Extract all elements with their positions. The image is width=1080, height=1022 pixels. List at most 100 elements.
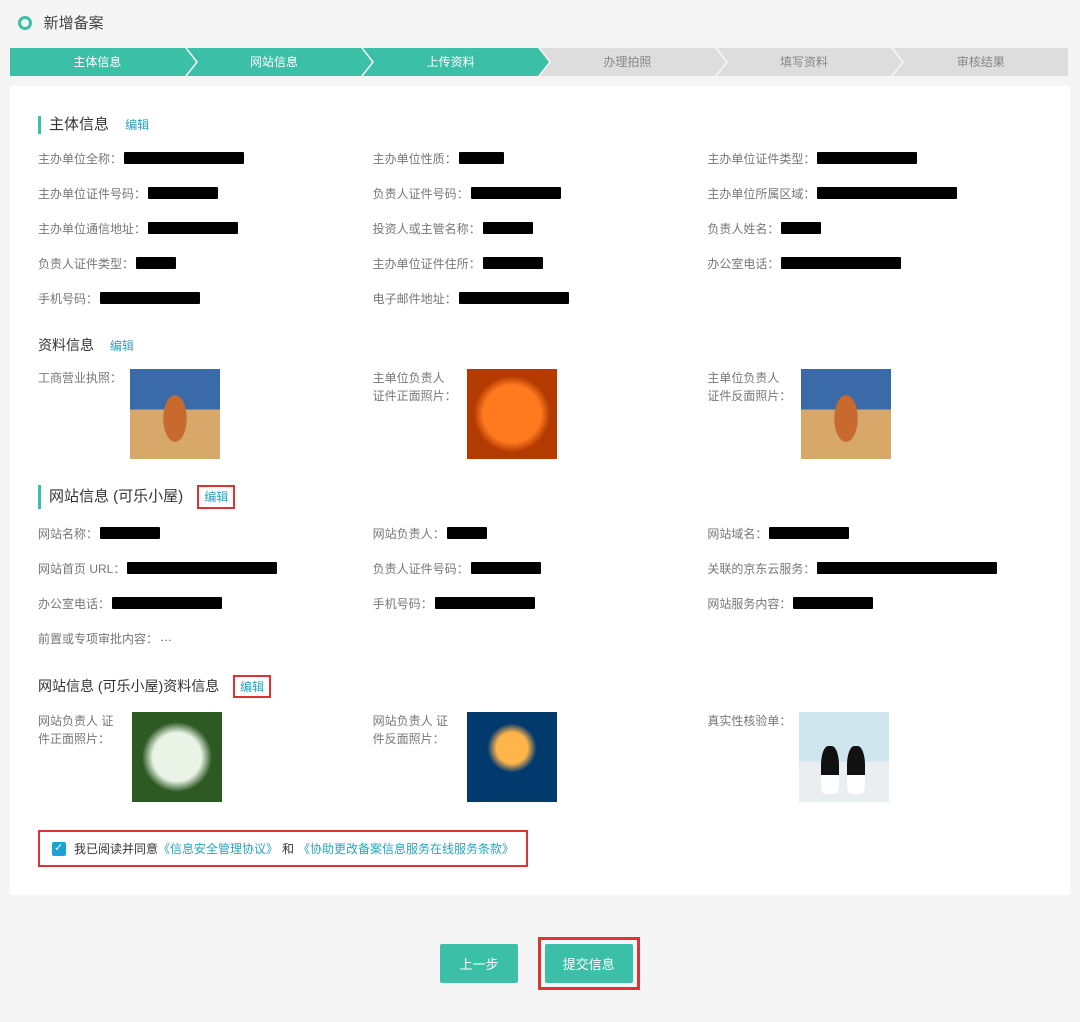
img-cell-license: 工商营业执照： [38, 369, 373, 459]
thumbnail-site-front[interactable] [132, 712, 222, 802]
field-label: 负责人证件类型 [38, 255, 134, 272]
main-col-3: 主办单位证件类型 主办单位所属区域 负责人姓名 办公室电话 [707, 150, 1042, 325]
prev-button[interactable]: 上一步 [440, 944, 518, 983]
site-col-2: 网站负责人 负责人证件号码 手机号码 [373, 525, 708, 665]
field-label: 负责人姓名 [707, 220, 779, 237]
section-head-main: 主体信息 编辑 [38, 116, 1042, 134]
site-col-1: 网站名称 网站首页 URL 办公室电话 前置或专项审批内容… [38, 525, 373, 665]
masked-value [483, 222, 533, 234]
agree-text: 我已阅读并同意 [74, 840, 158, 857]
footer-actions: 上一步 提交信息 [0, 905, 1080, 1022]
field-label: 网站名称 [38, 525, 98, 542]
field-label: 网站首页 URL [38, 560, 125, 577]
step-label: 审核结果 [957, 55, 1005, 69]
field-label: 办公室电话 [707, 255, 779, 272]
field-site-owner: 网站负责人 [373, 525, 698, 542]
section-head-site-material: 网站信息 (可乐小屋)资料信息 编辑 [38, 675, 1042, 698]
thumbnail-verify-sheet[interactable] [799, 712, 889, 802]
section-title: 网站信息 (可乐小屋) [49, 488, 183, 505]
field-label: 主办单位证件类型 [707, 150, 815, 167]
field-label: 投资人或主管名称 [373, 220, 481, 237]
masked-value [781, 257, 901, 269]
edit-material-link[interactable]: 编辑 [110, 337, 134, 354]
field-label: 主办单位证件号码 [38, 185, 146, 202]
highlight-submit-box: 提交信息 [538, 937, 640, 990]
masked-value [769, 527, 849, 539]
step-main-info[interactable]: 主体信息 [10, 48, 185, 76]
masked-value [112, 597, 222, 609]
highlight-edit-site: 编辑 [197, 485, 235, 509]
step-label: 办理拍照 [603, 55, 651, 69]
masked-value [793, 597, 873, 609]
page-title: 新增备案 [44, 12, 104, 33]
site-images-row: 网站负责人 证件正面照片： 网站负责人 证件反面照片： 真实性核验单： [38, 712, 1042, 802]
img-cell-owner-back: 主单位负责人 证件反面照片： [707, 369, 1042, 459]
submit-button[interactable]: 提交信息 [545, 944, 633, 983]
image-label: 真实性核验单： [707, 712, 791, 730]
section-title: 资料信息 [38, 337, 94, 353]
field-label: 关联的京东云服务 [707, 560, 815, 577]
thumbnail-owner-back[interactable] [801, 369, 891, 459]
field-org-nature: 主办单位性质 [373, 150, 698, 167]
highlight-edit-site-material: 编辑 [233, 675, 271, 698]
masked-value [148, 187, 218, 199]
thumbnail-owner-front[interactable] [467, 369, 557, 459]
step-fill[interactable]: 填写资料 [717, 48, 892, 76]
section-title: 主体信息 [49, 116, 109, 133]
field-label: 主办单位证件住所 [373, 255, 481, 272]
prev-button-wrap: 上一步 [440, 944, 518, 983]
field-owner-name: 负责人姓名 [707, 220, 1032, 237]
masked-value [817, 562, 997, 574]
title-bullet-icon [18, 16, 32, 30]
field-label: 电子邮件地址 [373, 290, 457, 307]
edit-site-material-link[interactable]: 编辑 [240, 678, 264, 695]
image-label: 主单位负责人 证件正面照片： [373, 369, 459, 405]
field-site-phone: 办公室电话 [38, 595, 363, 612]
field-label: 网站负责人 [373, 525, 445, 542]
field-office-phone: 办公室电话 [707, 255, 1032, 272]
field-org-address: 主办单位通信地址 [38, 220, 363, 237]
image-label: 网站负责人 证件反面照片： [373, 712, 459, 748]
field-label: 手机号码 [373, 595, 433, 612]
step-label: 主体信息 [73, 55, 121, 69]
field-label: 办公室电话 [38, 595, 110, 612]
thumbnail-site-back[interactable] [467, 712, 557, 802]
link-security-agreement[interactable]: 《信息安全管理协议》 [158, 840, 278, 857]
field-site-owner-cert: 负责人证件号码 [373, 560, 698, 577]
field-mobile: 手机号码 [38, 290, 363, 307]
thumbnail-license[interactable] [130, 369, 220, 459]
field-jdcloud-service: 关联的京东云服务 [707, 560, 1032, 577]
image-label: 网站负责人 证件正面照片： [38, 712, 124, 748]
masked-value [471, 187, 561, 199]
link-service-terms[interactable]: 《协助更改备案信息服务在线服务条款》 [298, 840, 514, 857]
section-head-site: 网站信息 (可乐小屋) 编辑 [38, 485, 1042, 509]
step-result[interactable]: 审核结果 [893, 48, 1068, 76]
field-org-cert-no: 主办单位证件号码 [38, 185, 363, 202]
field-label: 网站服务内容 [707, 595, 791, 612]
masked-value [459, 292, 569, 304]
masked-value [100, 527, 160, 539]
field-org-fullname: 主办单位全称 [38, 150, 363, 167]
step-photo[interactable]: 办理拍照 [540, 48, 715, 76]
step-upload[interactable]: 上传资料 [363, 48, 538, 76]
masked-value [817, 187, 957, 199]
step-site-info[interactable]: 网站信息 [187, 48, 362, 76]
field-owner-cert-type: 负责人证件类型 [38, 255, 363, 272]
section-head-material: 资料信息 编辑 [38, 335, 1042, 355]
field-value: … [160, 630, 172, 644]
field-site-domain: 网站域名 [707, 525, 1032, 542]
field-org-region: 主办单位所属区域 [707, 185, 1032, 202]
field-site-url: 网站首页 URL [38, 560, 363, 577]
masked-value [148, 222, 238, 234]
field-label: 主办单位所属区域 [707, 185, 815, 202]
image-label: 主单位负责人 证件反面照片： [707, 369, 793, 405]
masked-value [100, 292, 200, 304]
main-col-2: 主办单位性质 负责人证件号码 投资人或主管名称 主办单位证件住所 电子邮件地址 [373, 150, 708, 325]
field-label: 负责人证件号码 [373, 560, 469, 577]
field-org-cert-addr: 主办单位证件住所 [373, 255, 698, 272]
agree-checkbox[interactable] [52, 842, 66, 856]
step-label: 网站信息 [250, 55, 298, 69]
edit-main-link[interactable]: 编辑 [125, 116, 149, 134]
field-label: 负责人证件号码 [373, 185, 469, 202]
edit-site-link[interactable]: 编辑 [204, 488, 228, 506]
